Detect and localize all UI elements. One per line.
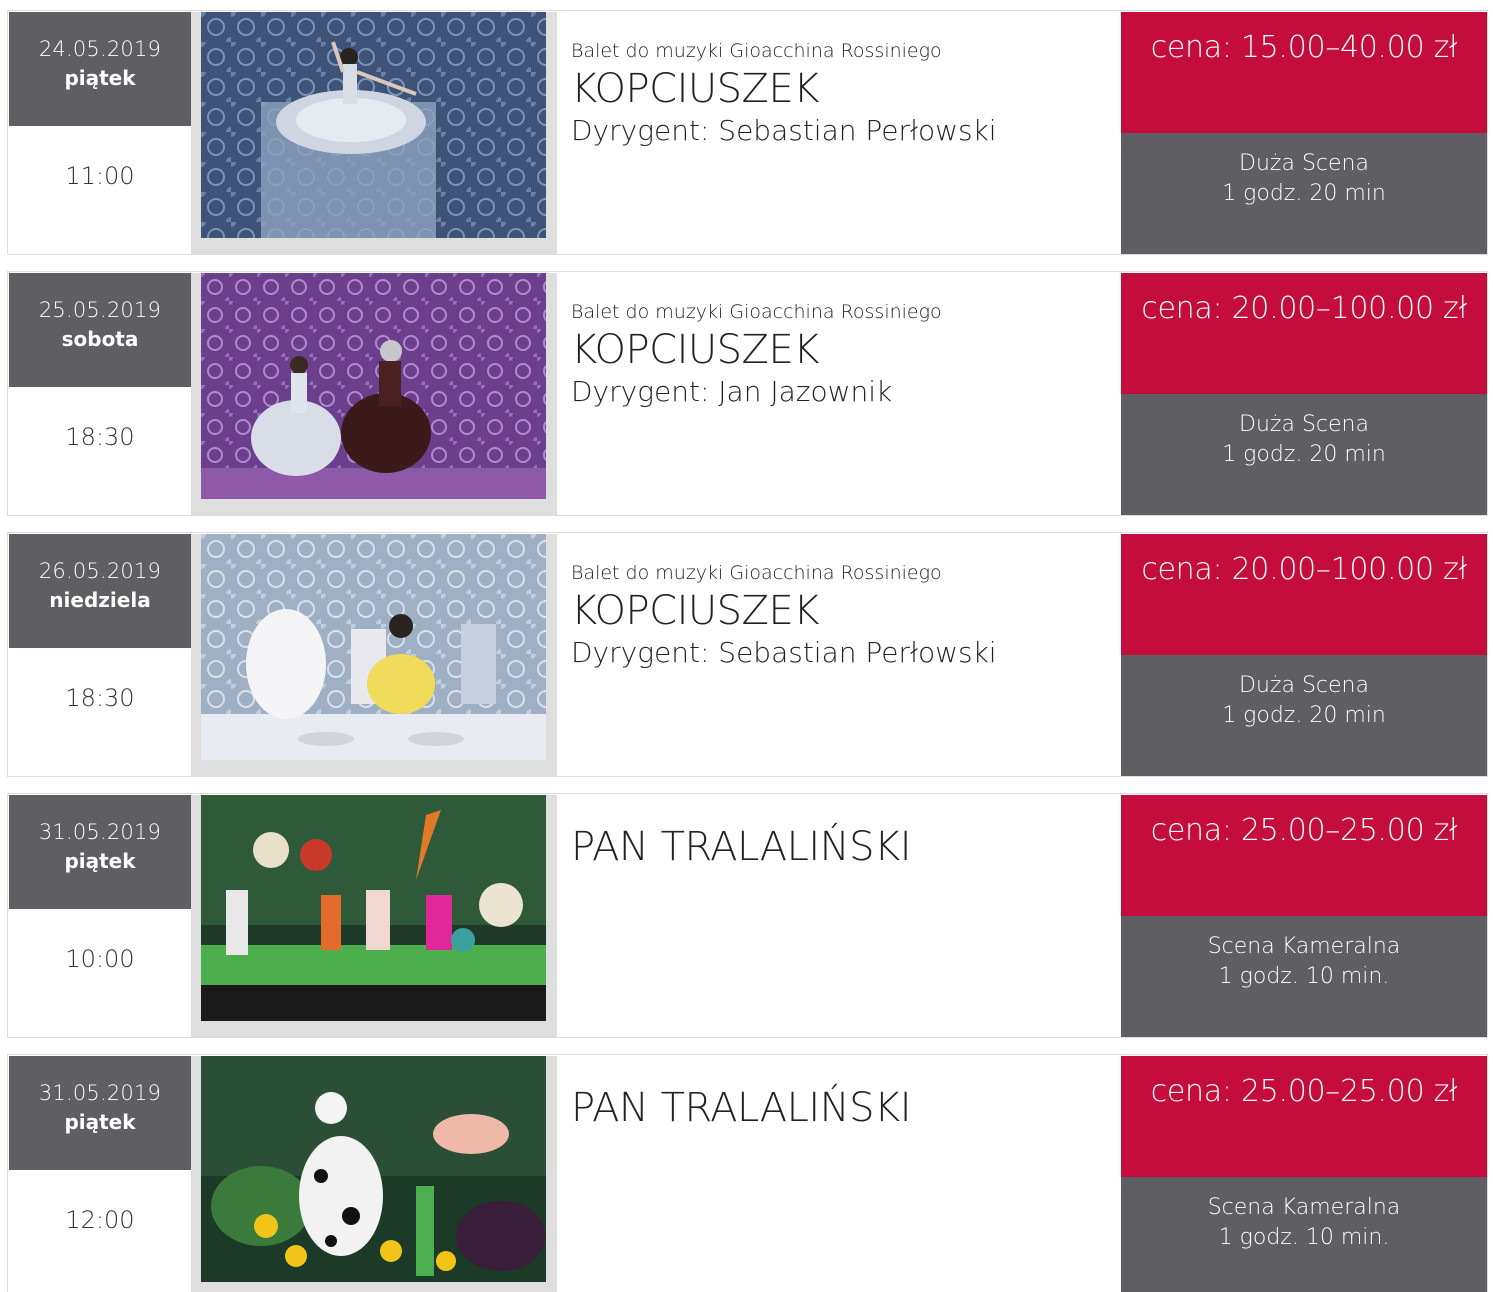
- venue-box: Scena Kameralna 1 godz. 10 min.: [1121, 916, 1487, 1037]
- date-box: 26.05.2019 niedziela: [9, 534, 191, 648]
- venue-box: Duża Scena 1 godz. 20 min: [1121, 394, 1487, 515]
- event-venue: Duża Scena: [1239, 412, 1369, 437]
- price-badge[interactable]: cena: 20.00–100.00 zł: [1121, 273, 1487, 394]
- event-date-column: 25.05.2019 sobota 18:30: [9, 273, 191, 515]
- event-venue: Duża Scena: [1239, 673, 1369, 698]
- event-duration: 1 godz. 20 min: [1222, 703, 1386, 728]
- event-photo[interactable]: [201, 273, 546, 499]
- event-info: Balet do muzyki Gioacchina Rossiniego KO…: [571, 534, 1111, 673]
- event-venue: Duża Scena: [1239, 151, 1369, 176]
- event-subtitle: Balet do muzyki Gioacchina Rossiniego: [571, 562, 942, 584]
- event-title[interactable]: KOPCIUSZEK: [571, 65, 1111, 113]
- event-date-column: 31.05.2019 piątek 10:00: [9, 795, 191, 1037]
- event-date: 24.05.2019: [38, 37, 162, 61]
- price-badge[interactable]: cena: 25.00–25.00 zł: [1121, 795, 1487, 916]
- event-info: Balet do muzyki Gioacchina Rossiniego KO…: [571, 12, 1111, 151]
- event-time: 10:00: [65, 945, 135, 973]
- event-info: PAN TRALALIŃSKI: [571, 795, 1111, 871]
- event-duration: 1 godz. 20 min: [1222, 181, 1386, 206]
- event-time: 11:00: [65, 162, 135, 190]
- event-date: 31.05.2019: [38, 1081, 162, 1105]
- event-card[interactable]: 31.05.2019 piątek 12:00 PAN TRALALIŃSKI …: [7, 1054, 1488, 1292]
- event-time: 18:30: [65, 423, 135, 451]
- event-title[interactable]: PAN TRALALIŃSKI: [571, 1084, 1111, 1132]
- event-duration: 1 godz. 10 min.: [1218, 1225, 1390, 1250]
- event-date: 31.05.2019: [38, 820, 162, 844]
- event-image-column: [191, 12, 557, 254]
- event-photo[interactable]: [201, 534, 546, 760]
- event-time: 12:00: [65, 1206, 135, 1234]
- date-box: 24.05.2019 piątek: [9, 12, 191, 126]
- event-photo[interactable]: [201, 1056, 546, 1282]
- event-card[interactable]: 24.05.2019 piątek 11:00 Balet do muzyki …: [7, 10, 1488, 255]
- event-duration: 1 godz. 10 min.: [1218, 964, 1390, 989]
- venue-box: Duża Scena 1 godz. 20 min: [1121, 133, 1487, 254]
- event-price-column: cena: 25.00–25.00 zł Scena Kameralna 1 g…: [1121, 1056, 1487, 1292]
- event-image-column: [191, 534, 557, 776]
- event-venue: Scena Kameralna: [1207, 1195, 1401, 1220]
- venue-box: Duża Scena 1 godz. 20 min: [1121, 655, 1487, 776]
- event-card[interactable]: 26.05.2019 niedziela 18:30 Balet do muzy…: [7, 532, 1488, 777]
- event-price-column: cena: 20.00–100.00 zł Duża Scena 1 godz.…: [1121, 273, 1487, 515]
- event-title[interactable]: KOPCIUSZEK: [571, 587, 1111, 635]
- event-card[interactable]: 25.05.2019 sobota 18:30 Balet do muzyki …: [7, 271, 1488, 516]
- event-date-column: 31.05.2019 piątek 12:00: [9, 1056, 191, 1292]
- event-weekday: piątek: [64, 66, 136, 90]
- event-weekday: sobota: [61, 327, 139, 351]
- venue-box: Scena Kameralna 1 godz. 10 min.: [1121, 1177, 1487, 1292]
- event-title[interactable]: PAN TRALALIŃSKI: [571, 823, 1111, 871]
- event-image-column: [191, 795, 557, 1037]
- event-conductor: Dyrygent: Sebastian Perłowski: [571, 114, 997, 147]
- price-badge[interactable]: cena: 25.00–25.00 zł: [1121, 1056, 1487, 1177]
- event-card[interactable]: 31.05.2019 piątek 10:00 PAN TRALALIŃSKI …: [7, 793, 1488, 1038]
- event-info: Balet do muzyki Gioacchina Rossiniego KO…: [571, 273, 1111, 412]
- event-photo[interactable]: [201, 795, 546, 1021]
- event-info: PAN TRALALIŃSKI: [571, 1056, 1111, 1132]
- date-box: 25.05.2019 sobota: [9, 273, 191, 387]
- event-image-column: [191, 273, 557, 515]
- event-subtitle: Balet do muzyki Gioacchina Rossiniego: [571, 301, 942, 323]
- event-price-column: cena: 25.00–25.00 zł Scena Kameralna 1 g…: [1121, 795, 1487, 1037]
- event-venue: Scena Kameralna: [1207, 934, 1401, 959]
- event-weekday: piątek: [64, 1110, 136, 1134]
- event-date: 25.05.2019: [38, 298, 162, 322]
- event-title[interactable]: KOPCIUSZEK: [571, 326, 1111, 374]
- event-conductor: Dyrygent: Sebastian Perłowski: [571, 636, 997, 669]
- event-price-column: cena: 15.00–40.00 zł Duża Scena 1 godz. …: [1121, 12, 1487, 254]
- event-image-column: [191, 1056, 557, 1292]
- event-duration: 1 godz. 20 min: [1222, 442, 1386, 467]
- event-price-column: cena: 20.00–100.00 zł Duża Scena 1 godz.…: [1121, 534, 1487, 776]
- event-date: 26.05.2019: [38, 559, 162, 583]
- event-subtitle: Balet do muzyki Gioacchina Rossiniego: [571, 40, 942, 62]
- price-badge[interactable]: cena: 15.00–40.00 zł: [1121, 12, 1487, 133]
- event-conductor: Dyrygent: Jan Jazownik: [571, 375, 893, 408]
- date-box: 31.05.2019 piątek: [9, 1056, 191, 1170]
- event-time: 18:30: [65, 684, 135, 712]
- date-box: 31.05.2019 piątek: [9, 795, 191, 909]
- price-badge[interactable]: cena: 20.00–100.00 zł: [1121, 534, 1487, 655]
- event-date-column: 26.05.2019 niedziela 18:30: [9, 534, 191, 776]
- event-photo[interactable]: [201, 12, 546, 238]
- repertoire-list: 24.05.2019 piątek 11:00 Balet do muzyki …: [0, 0, 1493, 1292]
- event-weekday: niedziela: [49, 588, 151, 612]
- event-date-column: 24.05.2019 piątek 11:00: [9, 12, 191, 254]
- event-weekday: piątek: [64, 849, 136, 873]
